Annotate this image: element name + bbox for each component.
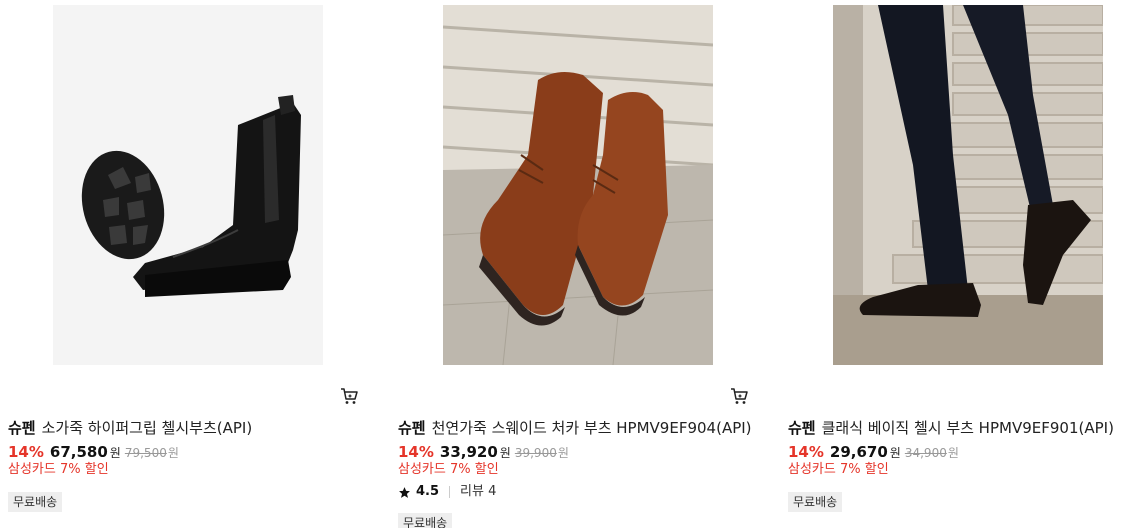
free-shipping-badge: 무료배송 <box>788 492 843 512</box>
chelsea-boots-on-stairs-image <box>833 5 1103 365</box>
original-currency-label: 원 <box>167 446 179 460</box>
discount-rate: 14% <box>788 443 824 461</box>
cart-icon <box>731 388 748 404</box>
add-to-cart-button[interactable] <box>339 386 359 406</box>
brand-name: 슈펜 <box>8 419 36 437</box>
rating-value: 4.5 <box>416 484 440 499</box>
product-name: 천연가죽 스웨이드 처카 부츠 HPMV9EF904(API) <box>431 419 752 437</box>
product-grid: 슈펜 소가죽 하이퍼그립 첼시부츠(API) 14% 67,580 원 79,500원 … <box>0 0 1123 528</box>
product-card[interactable]: 슈펜 소가죽 하이퍼그립 첼시부츠(API) 14% 67,580 원 79,500원 … <box>8 0 383 528</box>
card-promo-text: 삼성카드 7% 할인 <box>788 462 889 477</box>
review-count[interactable]: 리뷰 4 <box>460 483 496 501</box>
product-name: 클래식 베이직 첼시 부츠 HPMV9EF901(API) <box>821 419 1114 437</box>
original-price: 79,500 <box>124 446 167 460</box>
price-row: 14% 67,580 원 79,500원 <box>8 442 179 463</box>
product-title[interactable]: 슈펜 천연가죽 스웨이드 처카 부츠 HPMV9EF904(API) <box>398 418 773 438</box>
sale-price: 29,670 <box>829 443 888 461</box>
cart-icon <box>341 388 358 404</box>
product-title[interactable]: 슈펜 클래식 베이직 첼시 부츠 HPMV9EF901(API) <box>788 418 1123 438</box>
product-card[interactable]: 슈펜 천연가죽 스웨이드 처카 부츠 HPMV9EF904(API) 14% 33,… <box>398 0 773 528</box>
currency-label: 원 <box>499 446 511 460</box>
currency-label: 원 <box>889 446 901 460</box>
free-shipping-badge: 무료배송 <box>8 492 63 512</box>
sale-price: 33,920 <box>439 443 498 461</box>
star-icon <box>399 486 410 498</box>
brand-name: 슈펜 <box>788 419 816 437</box>
card-promo-text: 삼성카드 7% 할인 <box>8 462 109 477</box>
discount-rate: 14% <box>398 443 434 461</box>
brown-suede-chukka-boots-image <box>443 5 713 365</box>
sale-price: 67,580 <box>49 443 108 461</box>
price-row: 14% 33,920 원 39,900원 <box>398 442 569 463</box>
product-image[interactable] <box>833 5 1103 365</box>
product-image[interactable] <box>443 5 713 365</box>
divider <box>449 486 451 498</box>
free-shipping-badge: 무료배송 <box>398 513 453 528</box>
product-name: 소가죽 하이퍼그립 첼시부츠(API) <box>41 419 253 437</box>
product-title[interactable]: 슈펜 소가죽 하이퍼그립 첼시부츠(API) <box>8 418 383 438</box>
discount-rate: 14% <box>8 443 44 461</box>
card-promo-text: 삼성카드 7% 할인 <box>398 462 499 477</box>
price-row: 14% 29,670 원 34,900원 <box>788 442 959 463</box>
original-price: 34,900 <box>904 446 947 460</box>
black-chelsea-boots-image <box>53 5 323 365</box>
currency-label: 원 <box>109 446 121 460</box>
brand-name: 슈펜 <box>398 419 426 437</box>
original-price: 39,900 <box>514 446 557 460</box>
original-currency-label: 원 <box>557 446 569 460</box>
product-image[interactable] <box>53 5 323 365</box>
product-card[interactable]: 슈펜 클래식 베이직 첼시 부츠 HPMV9EF901(API) 14% 29,67… <box>788 0 1123 528</box>
rating-row: 4.5 리뷰 4 <box>398 483 496 501</box>
add-to-cart-button[interactable] <box>729 386 749 406</box>
original-currency-label: 원 <box>947 446 959 460</box>
